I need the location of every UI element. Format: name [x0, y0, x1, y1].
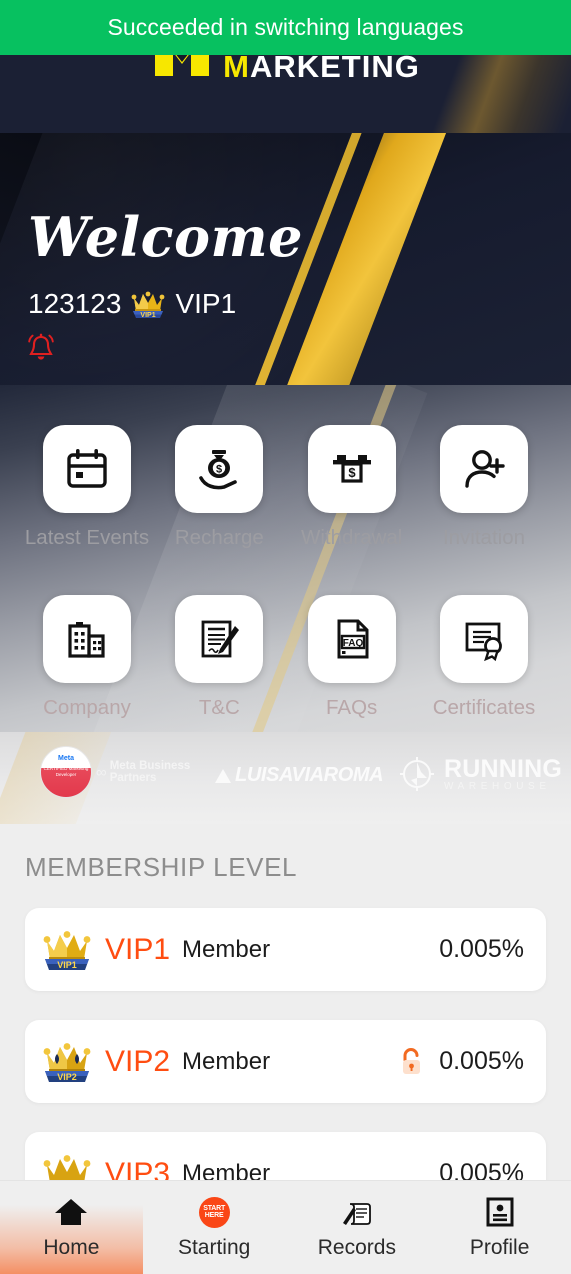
tile-label: Recharge: [174, 526, 264, 549]
membership-row-vip3[interactable]: VIP3 VIP3 Member 0.005%: [25, 1132, 546, 1184]
hero-banner: MINORITY MARKETING Welcome 123123: [0, 0, 571, 732]
id-card-icon: [483, 1195, 517, 1229]
bottom-navigation-bar: Home START HERE Starting Records Profile: [0, 1180, 571, 1274]
buildings-icon: [68, 622, 105, 658]
app-screen: MINORITY MARKETING Welcome 123123: [0, 0, 571, 1274]
toast-notification: Succeeded in switching languages: [0, 0, 571, 55]
money-bag-hand-icon: $: [199, 450, 238, 490]
membership-rate: 0.005%: [439, 1047, 524, 1075]
infinity-icon: ∞: [96, 763, 107, 781]
svg-text:$: $: [348, 465, 356, 480]
quick-actions-section: Latest Events $ Recharge $ Withdrawal In…: [0, 385, 571, 732]
meta-badge-top: Meta: [58, 755, 74, 762]
tile-icon-box: [439, 425, 528, 513]
scroll-pen-icon: [340, 1195, 374, 1229]
svg-text:VIP1: VIP1: [141, 312, 156, 319]
quick-action-latest-events[interactable]: Latest Events: [25, 425, 149, 550]
partner-logos-strip: Meta CERTIFIED Marketing Developer ∞ Met…: [0, 732, 571, 824]
membership-row-right: 0.005%: [399, 1046, 524, 1078]
notification-bell-button[interactable]: [26, 332, 56, 364]
meta-wordmark: ∞ Meta Business Partners: [96, 760, 190, 784]
user-info: 123123 VIP1 VIP1: [28, 288, 236, 320]
vip-level-label: VIP1: [175, 288, 237, 319]
tile-icon-box: [439, 595, 528, 683]
svg-text:FAQ: FAQ: [342, 638, 363, 649]
user-plus-icon: [465, 450, 505, 488]
quick-action-faqs[interactable]: FAQ FAQs: [307, 595, 397, 720]
logo-line2: MARKETING: [223, 51, 420, 82]
partner-logo-running-warehouse: RUNNING WAREHOUSE: [397, 754, 562, 794]
nav-label: Home: [43, 1236, 100, 1259]
crown-vip2-icon: VIP2: [43, 1040, 91, 1084]
tile-icon-box: [175, 595, 264, 683]
meta-certified-badge-icon: Meta CERTIFIED Marketing Developer: [40, 746, 92, 798]
quick-actions-row-2: Company T&C FAQ FAQs Certificates: [0, 595, 571, 720]
certificate-ribbon-icon: [465, 622, 502, 662]
tile-label: Latest Events: [24, 526, 150, 549]
membership-row-vip1[interactable]: VIP1 VIP1 Member 0.005%: [25, 908, 546, 991]
partner-logo-meta: Meta CERTIFIED Marketing Developer ∞ Met…: [40, 746, 190, 798]
nav-item-starting[interactable]: START HERE Starting: [143, 1181, 286, 1274]
nav-item-home[interactable]: Home: [0, 1181, 143, 1274]
tile-label: Company: [43, 696, 131, 719]
contract-pen-icon: [201, 620, 240, 658]
tile-label: Certificates: [432, 696, 536, 719]
membership-level-label: VIP1: [105, 932, 171, 966]
home-icon: [54, 1195, 88, 1229]
quick-action-recharge[interactable]: $ Recharge: [174, 425, 264, 550]
meta-line2: Partners: [109, 772, 157, 784]
partner-logo-luisaviaroma: LUISAVIAROMA: [215, 764, 384, 787]
membership-row-vip2[interactable]: VIP2 VIP2 Member 0.005%: [25, 1020, 546, 1103]
quick-action-certificates[interactable]: Certificates: [433, 595, 535, 720]
meta-badge-bottom: CERTIFIED Marketing Developer: [43, 766, 89, 777]
nav-label: Records: [317, 1236, 396, 1259]
nav-label: Profile: [469, 1236, 530, 1259]
svg-text:$: $: [216, 463, 222, 475]
atm-cash-icon: $: [332, 455, 371, 483]
tile-icon-box: [43, 595, 131, 683]
membership-type-label: Member: [182, 1047, 271, 1075]
luisaviaroma-wordmark: LUISAVIAROMA: [235, 764, 384, 786]
membership-section-title: MEMBERSHIP LEVEL: [25, 852, 298, 882]
toast-message: Succeeded in switching languages: [107, 14, 464, 40]
nav-label: Starting: [177, 1236, 251, 1259]
quick-action-invitation[interactable]: Invitation: [439, 425, 529, 550]
tile-icon-box: $: [307, 425, 396, 513]
crown-vip1-icon: VIP1: [43, 928, 91, 972]
tile-label: T&C: [198, 696, 240, 719]
running-warehouse-mark-icon: [397, 754, 437, 794]
unlock-icon: [399, 1046, 425, 1078]
crown-vip1-icon: VIP1: [131, 289, 165, 319]
bell-icon: [28, 333, 54, 360]
membership-type-label: Member: [182, 935, 271, 963]
tile-icon-box: [43, 425, 131, 513]
membership-level-label: VIP2: [105, 1044, 171, 1078]
membership-section: MEMBERSHIP LEVEL VIP1 VIP1 Member 0.005%: [0, 824, 571, 1184]
quick-action-withdrawal[interactable]: $ Withdrawal: [301, 425, 402, 550]
svg-text:VIP1: VIP1: [57, 960, 77, 970]
rw-line2: WAREHOUSE: [444, 780, 551, 792]
membership-row-right: 0.005%: [439, 935, 524, 964]
tile-icon-box: FAQ: [307, 595, 396, 683]
quick-actions-row-1: Latest Events $ Recharge $ Withdrawal In…: [0, 425, 571, 550]
svg-text:VIP2: VIP2: [57, 1072, 77, 1082]
tile-label: Invitation: [442, 526, 526, 549]
calendar-icon: [67, 449, 107, 488]
running-warehouse-wordmark: RUNNING WAREHOUSE: [444, 754, 563, 792]
faq-document-icon: FAQ: [337, 619, 369, 659]
welcome-heading: Welcome: [28, 205, 304, 269]
triangle-icon: [215, 768, 231, 783]
username: 123123: [28, 288, 122, 319]
tile-label: FAQs: [326, 696, 378, 719]
nav-item-records[interactable]: Records: [286, 1181, 429, 1274]
meta-line1: Meta Business: [109, 759, 191, 772]
tile-label: Withdrawal: [300, 526, 403, 549]
rw-line1: RUNNING: [444, 754, 563, 783]
membership-rate: 0.005%: [439, 935, 524, 963]
start-here-badge-icon: START HERE: [197, 1195, 231, 1229]
nav-item-profile[interactable]: Profile: [428, 1181, 571, 1274]
quick-action-terms[interactable]: T&C: [174, 595, 264, 720]
tile-icon-box: $: [175, 425, 264, 513]
quick-action-company[interactable]: Company: [42, 595, 132, 720]
